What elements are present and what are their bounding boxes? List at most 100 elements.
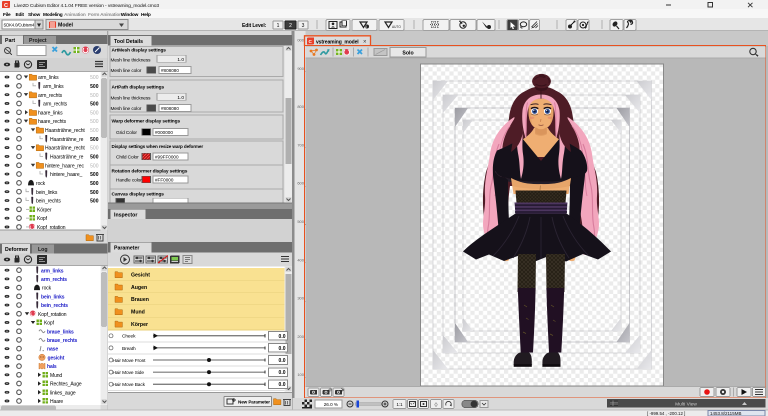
svg-text:500: 500 <box>90 75 99 81</box>
svg-text:#000000: #000000 <box>155 130 173 135</box>
svg-text:500: 500 <box>90 172 99 178</box>
svg-text:ArtMesh display settings: ArtMesh display settings <box>112 47 167 53</box>
svg-text:500: 500 <box>90 128 99 134</box>
svg-text:800: 800 <box>297 104 304 109</box>
svg-text:bein_rechts: bein_rechts <box>41 303 68 309</box>
svg-text:100: 100 <box>297 372 304 377</box>
svg-text:500: 500 <box>90 190 99 196</box>
svg-text:Edit Level:: Edit Level: <box>242 23 267 29</box>
svg-text:Augen: Augen <box>131 285 147 291</box>
svg-text:braue_rechts: braue_rechts <box>47 338 78 344</box>
svg-text:Hair Move Back: Hair Move Back <box>113 382 146 388</box>
svg-text:Cheek: Cheek <box>122 334 136 340</box>
svg-text:arm_links: arm_links <box>43 84 64 90</box>
svg-text:gesicht: gesicht <box>48 355 65 361</box>
svg-text:#FF0000: #FF0000 <box>155 177 174 182</box>
svg-text:[ -999.54 , -200.12 ]: [ -999.54 , -200.12 ] <box>647 411 685 416</box>
svg-text:0.0: 0.0 <box>279 382 286 388</box>
svg-text:AUTO: AUTO <box>392 25 401 29</box>
svg-text:26.0 %: 26.0 % <box>324 402 338 407</box>
svg-text:Display settings when resize w: Display settings when resize warp deform… <box>112 144 204 149</box>
svg-text:500: 500 <box>90 110 99 116</box>
svg-text:Rechtes_Auge: Rechtes_Auge <box>50 382 82 388</box>
svg-text:500: 500 <box>90 163 99 169</box>
svg-text:Edit: Edit <box>16 12 25 18</box>
svg-text:C: C <box>4 3 8 9</box>
svg-text:Help: Help <box>141 12 151 18</box>
svg-text:⟨⟩: ⟨⟩ <box>434 402 438 407</box>
svg-text:File: File <box>3 12 11 18</box>
svg-text:500: 500 <box>90 93 99 99</box>
svg-text:Mesh line thickness: Mesh line thickness <box>111 57 152 63</box>
svg-text:braue_links: braue_links <box>47 329 74 335</box>
svg-text:Model: Model <box>58 23 74 29</box>
svg-text:500: 500 <box>90 119 99 125</box>
svg-text:arm_links: arm_links <box>41 268 64 274</box>
svg-text:Child Color: Child Color <box>116 155 139 161</box>
svg-text:Körper: Körper <box>37 207 52 213</box>
svg-text:500: 500 <box>90 181 99 187</box>
svg-text:Window: Window <box>121 12 139 18</box>
svg-text:haare_links: haare_links <box>38 110 63 116</box>
svg-text:Grid Color: Grid Color <box>116 130 137 136</box>
svg-text:1.0: 1.0 <box>177 57 184 63</box>
svg-text:500: 500 <box>90 137 99 143</box>
svg-text:Kopf: Kopf <box>44 321 55 327</box>
svg-text:Haarsträhne_re: Haarsträhne_re <box>50 137 84 143</box>
svg-text:000: 000 <box>297 38 304 43</box>
svg-text:hintere_haare_: hintere_haare_ <box>50 172 83 178</box>
svg-text:500: 500 <box>297 219 304 224</box>
svg-text:1.0: 1.0 <box>177 95 184 101</box>
svg-text:500: 500 <box>90 146 99 152</box>
svg-text:2: 2 <box>289 23 292 29</box>
svg-text:300: 300 <box>297 296 304 301</box>
svg-text:SDK4.0/Cubism4.0: SDK4.0/Cubism4.0 <box>4 22 39 27</box>
svg-text:Part: Part <box>5 38 15 44</box>
svg-text:Multi View: Multi View <box>675 401 697 407</box>
svg-text:vstreaming_model: vstreaming_model <box>316 39 359 45</box>
svg-text:Deformer: Deformer <box>5 247 28 253</box>
svg-text:Mesh line thickness: Mesh line thickness <box>111 95 152 101</box>
svg-text:Animation: Animation <box>64 12 86 18</box>
svg-text:Hair Move Front: Hair Move Front <box>113 358 147 364</box>
svg-text:@: @ <box>328 388 332 392</box>
svg-text:Breath: Breath <box>122 346 136 352</box>
svg-text:Handle color: Handle color <box>116 178 142 184</box>
svg-text:0: 0 <box>365 25 367 29</box>
svg-text:haare_rechts: haare_rechts <box>38 119 67 125</box>
svg-text:#808080: #808080 <box>161 106 179 111</box>
svg-text:Solo: Solo <box>402 50 413 56</box>
svg-text:0.0: 0.0 <box>279 334 286 340</box>
svg-text:0.0: 0.0 <box>279 358 286 364</box>
svg-text:#99FF0000: #99FF0000 <box>155 154 179 159</box>
svg-text:Haarsträhne_recht: Haarsträhne_recht <box>45 128 85 134</box>
svg-text:Körper: Körper <box>131 322 148 328</box>
svg-text:3: 3 <box>302 23 305 29</box>
svg-text:Mesh line color: Mesh line color <box>111 106 142 112</box>
svg-text:bein_links: bein_links <box>41 294 65 300</box>
svg-text:arm_rechts: arm_rechts <box>38 93 63 99</box>
svg-text:Project: Project <box>29 38 47 44</box>
svg-text:hals: hals <box>47 364 57 370</box>
svg-text:Rotation deformer display sett: Rotation deformer display settings <box>112 168 188 174</box>
svg-text:Log: Log <box>38 247 48 253</box>
svg-text:0.0: 0.0 <box>279 346 286 352</box>
svg-text:nase: nase <box>47 347 58 353</box>
svg-text:ArtPath display settings: ArtPath display settings <box>112 84 165 90</box>
svg-text:arm_links: arm_links <box>38 75 59 81</box>
svg-text:Parameter: Parameter <box>114 246 139 252</box>
svg-text:bein_links: bein_links <box>36 190 58 196</box>
svg-text:#808080: #808080 <box>161 68 179 73</box>
svg-text:Haarsträhne_recht: Haarsträhne_recht <box>45 146 85 152</box>
svg-text:700: 700 <box>297 142 304 147</box>
svg-text:400: 400 <box>297 257 304 262</box>
svg-text:1:1: 1:1 <box>396 402 403 407</box>
svg-text:Modeling: Modeling <box>43 12 63 18</box>
svg-text:1453.8/2115MB: 1453.8/2115MB <box>710 411 741 416</box>
svg-text:200: 200 <box>297 334 304 339</box>
svg-text:Live2D Cubism Editor 4.1.04: Live2D Cubism Editor 4.1.04 FREE version… <box>14 3 159 9</box>
svg-text:rock: rock <box>36 181 46 187</box>
svg-text:Haare: Haare <box>50 399 63 405</box>
svg-text:Mesh line color: Mesh line color <box>111 68 142 74</box>
svg-text:Kopf_rotation: Kopf_rotation <box>38 312 67 318</box>
